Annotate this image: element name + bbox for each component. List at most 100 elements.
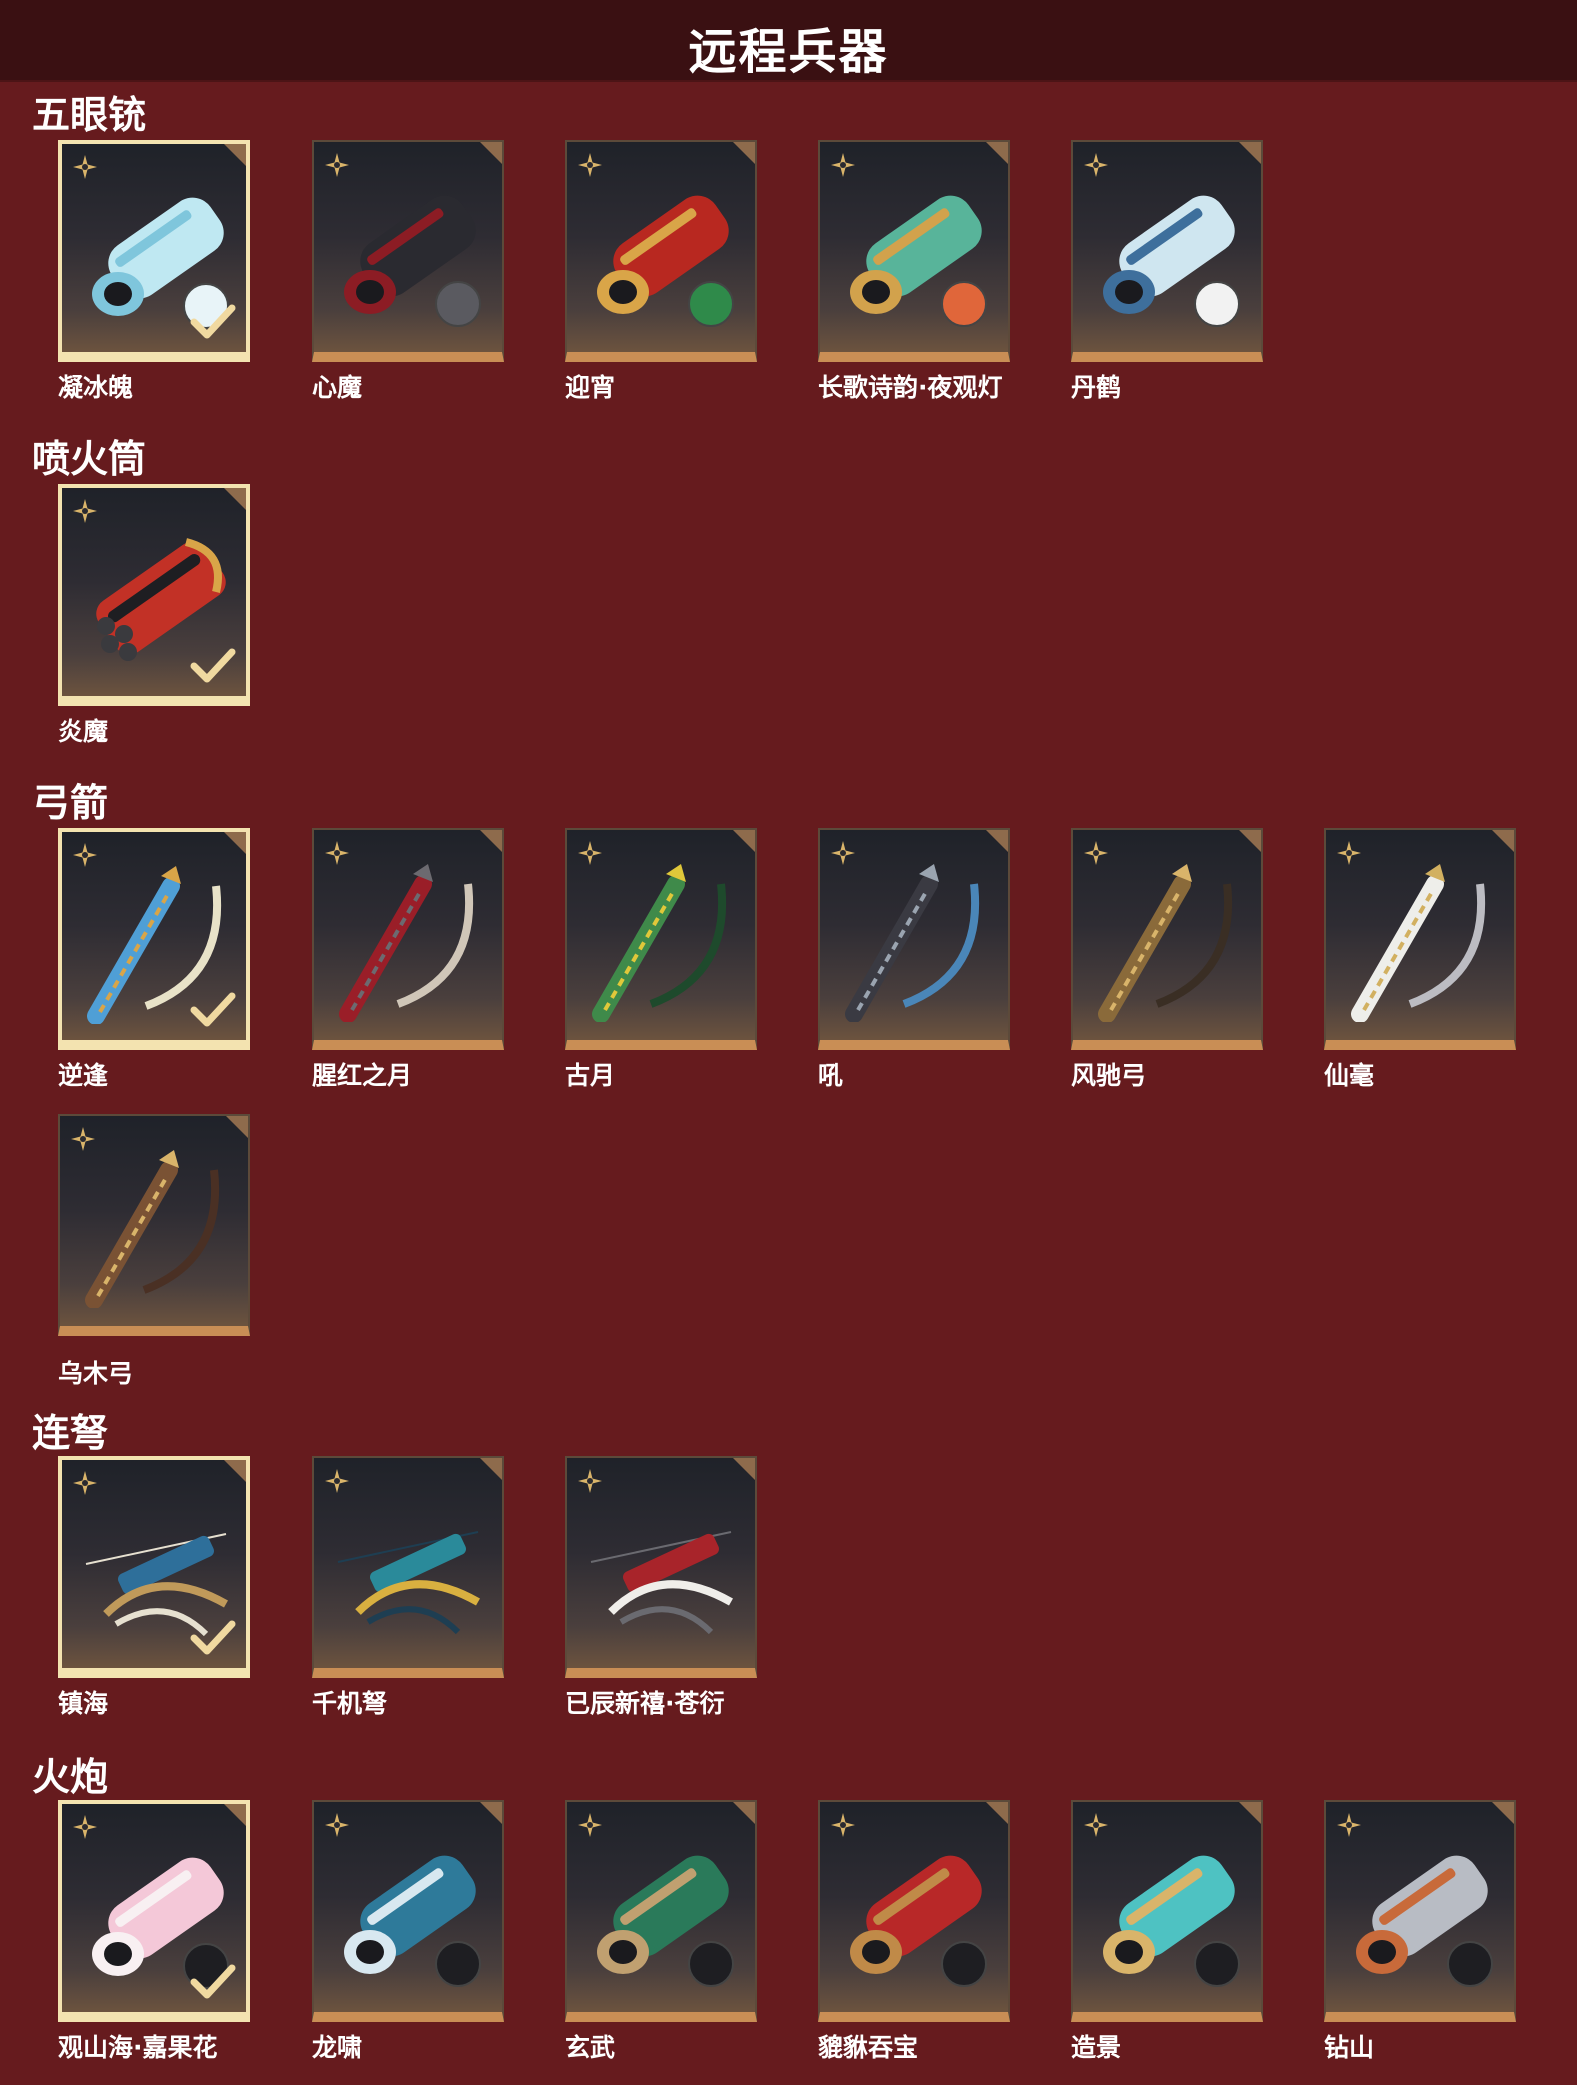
bronze-bow-icon xyxy=(1098,864,1233,1022)
section-title-火炮: 火炮 xyxy=(32,1755,109,1799)
quality-star-icon xyxy=(1337,1813,1361,1837)
quality-star-icon xyxy=(578,1469,602,1493)
weapon-label: 乌木弓 xyxy=(58,1359,134,1388)
page-header: 远程兵器 xyxy=(0,0,1577,80)
quality-star-icon xyxy=(325,1813,349,1837)
card-corner-tab xyxy=(733,830,755,852)
quality-star-icon xyxy=(578,1813,602,1837)
quality-star-icon xyxy=(831,841,855,865)
weapon-card[interactable] xyxy=(312,140,504,362)
weapon-card[interactable] xyxy=(58,1114,250,1336)
quality-star-icon xyxy=(73,843,97,867)
weapon-card[interactable] xyxy=(565,1800,757,2022)
card-corner-tab xyxy=(224,832,246,854)
weapon-card[interactable] xyxy=(312,1456,504,1678)
dark-silver-bow-icon xyxy=(845,864,980,1022)
weapon-label: 镇海 xyxy=(58,1689,109,1718)
card-corner-tab xyxy=(224,144,246,166)
white-gold-bow-icon xyxy=(1351,864,1486,1022)
weapon-label: 逆逢 xyxy=(58,1061,109,1090)
weapon-label: 长歌诗韵·夜观灯 xyxy=(818,373,1003,402)
page-title: 远程兵器 xyxy=(688,24,889,80)
silver-drill-cannon-icon xyxy=(1356,1855,1493,1987)
card-corner-tab xyxy=(224,488,246,510)
quality-star-icon xyxy=(578,153,602,177)
quality-star-icon xyxy=(73,1471,97,1495)
card-corner-tab xyxy=(224,1460,246,1482)
weapon-card[interactable] xyxy=(818,140,1010,362)
equipped-check-icon xyxy=(190,992,236,1027)
weapon-card[interactable] xyxy=(565,140,757,362)
card-corner-tab xyxy=(224,1804,246,1826)
section-title-五眼铳: 五眼铳 xyxy=(32,93,147,137)
quality-star-icon xyxy=(1084,1813,1108,1837)
card-corner-tab xyxy=(480,142,502,164)
weapon-card[interactable] xyxy=(1071,140,1263,362)
weapon-label: 丹鹤 xyxy=(1071,373,1122,402)
card-corner-tab xyxy=(986,830,1008,852)
weapon-label: 玄武 xyxy=(565,2033,616,2062)
card-corner-tab xyxy=(986,142,1008,164)
card-corner-tab xyxy=(1239,1802,1261,1824)
quality-star-icon xyxy=(1084,841,1108,865)
weapon-card[interactable] xyxy=(818,828,1010,1050)
quality-star-icon xyxy=(831,1813,855,1837)
quality-star-icon xyxy=(325,153,349,177)
weapon-card[interactable] xyxy=(565,1456,757,1678)
card-corner-tab xyxy=(480,1802,502,1824)
weapon-card[interactable] xyxy=(818,1800,1010,2022)
quality-star-icon xyxy=(73,499,97,523)
weapon-label: 龙啸 xyxy=(312,2033,363,2062)
quality-star-icon xyxy=(1337,841,1361,865)
weapon-card[interactable] xyxy=(1324,1800,1516,2022)
equipped-check-icon xyxy=(190,1964,236,1999)
weapon-label: 造景 xyxy=(1071,2033,1122,2062)
weapon-label: 仙毫 xyxy=(1324,1061,1375,1090)
weapon-label: 炎魔 xyxy=(58,717,109,746)
weapon-card[interactable] xyxy=(58,1456,250,1678)
weapon-card[interactable] xyxy=(1071,828,1263,1050)
weapon-card[interactable] xyxy=(58,140,250,362)
quality-star-icon xyxy=(325,1469,349,1493)
red-white-crossbow-icon xyxy=(590,1531,733,1635)
weapon-label: 古月 xyxy=(565,1061,616,1090)
card-corner-tab xyxy=(1492,830,1514,852)
weapon-label: 已辰新禧·苍衍 xyxy=(565,1689,725,1718)
card-corner-tab xyxy=(1239,830,1261,852)
weapon-card[interactable] xyxy=(58,828,250,1050)
teal-crossbow-icon xyxy=(337,1531,480,1635)
weapon-label: 千机弩 xyxy=(312,1689,388,1718)
card-corner-tab xyxy=(480,830,502,852)
wooden-bow-icon xyxy=(85,1150,220,1308)
card-corner-tab xyxy=(1492,1802,1514,1824)
weapon-card[interactable] xyxy=(58,1800,250,2022)
weapon-label: 风驰弓 xyxy=(1071,1061,1147,1090)
weapon-card[interactable] xyxy=(58,484,250,706)
weapon-label: 凝冰魄 xyxy=(58,373,134,402)
quality-star-icon xyxy=(1084,153,1108,177)
weapon-label: 吼 xyxy=(818,1061,844,1090)
equipped-check-icon xyxy=(190,1620,236,1655)
weapon-card[interactable] xyxy=(312,1800,504,2022)
weapon-card[interactable] xyxy=(1324,828,1516,1050)
weapon-label: 迎宵 xyxy=(565,373,616,402)
weapon-label: 貔貅吞宝 xyxy=(818,2033,919,2062)
quality-star-icon xyxy=(578,841,602,865)
weapon-label: 钻山 xyxy=(1324,2033,1375,2062)
weapon-label: 腥红之月 xyxy=(312,1061,413,1090)
weapon-card[interactable] xyxy=(312,828,504,1050)
weapon-label: 心魔 xyxy=(312,373,363,402)
crimson-bow-icon xyxy=(339,864,474,1022)
card-corner-tab xyxy=(986,1802,1008,1824)
card-corner-tab xyxy=(733,1802,755,1824)
card-corner-tab xyxy=(480,1458,502,1480)
dragon-cannon-icon xyxy=(344,1855,481,1987)
turquoise-cannon-icon xyxy=(1103,1855,1240,1987)
quality-star-icon xyxy=(73,155,97,179)
weapon-card[interactable] xyxy=(1071,1800,1263,2022)
weapon-card[interactable] xyxy=(565,828,757,1050)
blue-white-handcannon-icon xyxy=(1103,195,1240,327)
card-corner-tab xyxy=(1239,142,1261,164)
weapon-label: 观山海·嘉果花 xyxy=(58,2033,218,2062)
card-corner-tab xyxy=(733,1458,755,1480)
